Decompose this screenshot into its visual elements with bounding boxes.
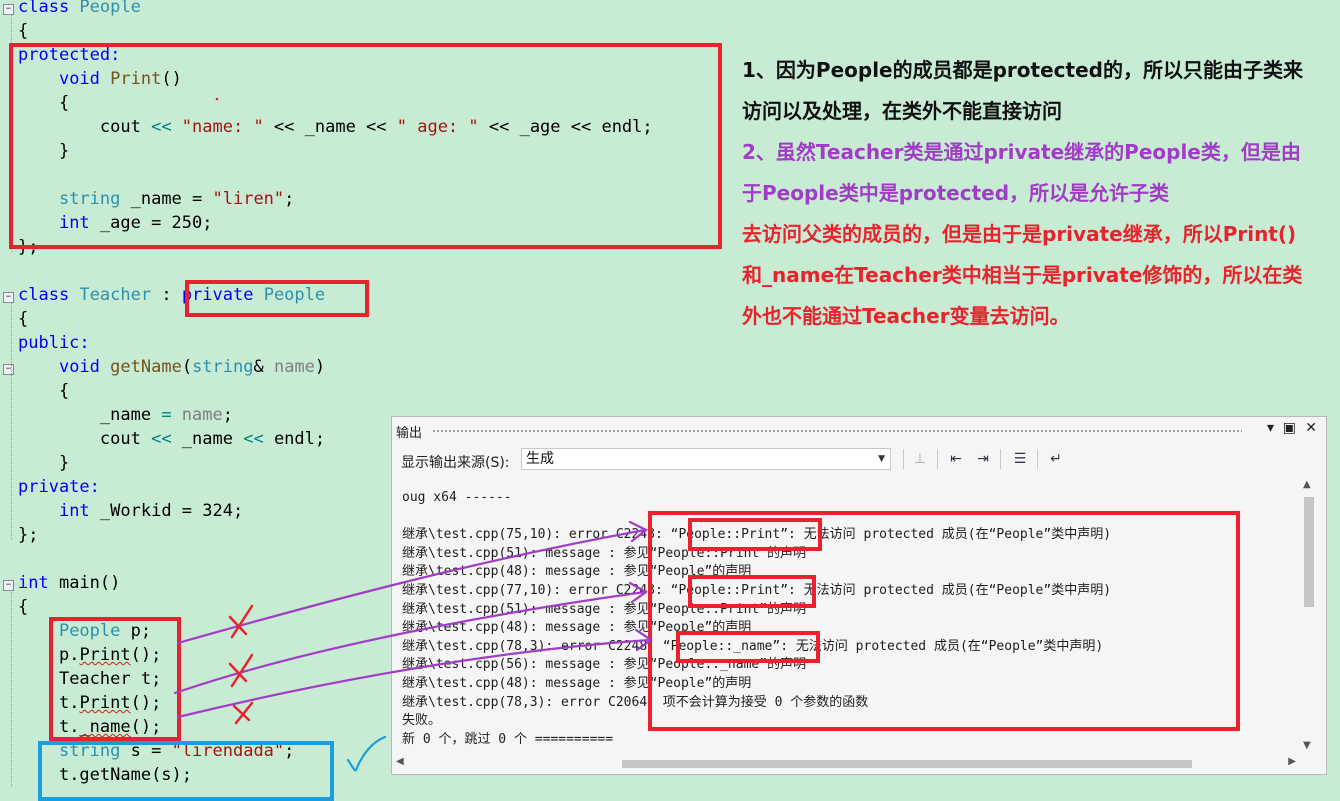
indent-guide [11, 302, 12, 540]
scroll-right-icon[interactable]: ▶ [1288, 756, 1296, 767]
maximize-icon[interactable]: ▣ [1283, 420, 1296, 436]
error-symbol-highlight [688, 518, 822, 551]
protected-section-highlight [9, 43, 722, 249]
find-message-icon[interactable]: ⊥ [909, 448, 931, 470]
scroll-down-icon[interactable]: ▼ [1303, 740, 1311, 751]
code-line: class People [18, 0, 141, 17]
output-panel-title: 输出 [396, 426, 423, 441]
code-line: void getName(string& name) [58, 357, 326, 377]
panel-drag-handle[interactable] [432, 429, 1242, 433]
code-line: int _Workid = 324; [58, 501, 244, 521]
code-line: private: [18, 477, 100, 497]
fold-toggle-icon[interactable]: − [3, 292, 14, 303]
valid-access-highlight [38, 741, 334, 801]
output-source-value: 生成 [526, 451, 554, 467]
error-symbol-highlight [688, 575, 816, 608]
toolbar-divider [1037, 449, 1038, 469]
vertical-scrollbar[interactable]: ▲ ▼ [1300, 479, 1316, 751]
output-source-select[interactable]: 生成 ▼ [521, 448, 891, 470]
window-position-dropdown-icon[interactable]: ▾ [1267, 420, 1274, 436]
code-line: }; [18, 525, 39, 545]
note-point-2: 2、虽然Teacher类是通过private继承的People类，但是由于Peo… [742, 140, 1301, 205]
code-line: _name = name; [99, 405, 233, 425]
scroll-up-icon[interactable]: ▲ [1303, 479, 1311, 490]
invalid-access-highlight [49, 617, 181, 741]
explanation-note: 1、因为People的成员都是protected的，所以只能由子类来访问以及处理… [742, 50, 1312, 337]
code-line: int main() [18, 573, 121, 593]
output-line: 新 0 个，跳过 0 个 ========== [402, 731, 614, 747]
code-line: { [18, 309, 29, 329]
toolbar-divider [1000, 449, 1001, 469]
next-message-icon[interactable]: ⇥ [972, 448, 994, 470]
note-point-3: 去访问父类的成员的，但是由于是private继承，所以Print()和_name… [742, 222, 1303, 328]
code-line: { [18, 21, 29, 41]
private-inheritance-highlight [185, 280, 369, 317]
scroll-left-icon[interactable]: ◀ [396, 756, 404, 767]
code-line: } [58, 453, 70, 473]
horizontal-scrollbar[interactable]: ◀ ▶ [396, 756, 1296, 770]
toolbar-divider [903, 449, 904, 469]
output-source-label: 显示输出来源(S): [401, 455, 510, 471]
close-icon[interactable]: ✕ [1305, 420, 1317, 436]
note-point-1: 1、因为People的成员都是protected的，所以只能由子类来访问以及处理… [742, 58, 1303, 123]
code-line: public: [18, 333, 90, 353]
code-line: { [58, 381, 70, 401]
indent-guide [11, 590, 12, 787]
chevron-down-icon: ▼ [878, 454, 885, 464]
scroll-thumb[interactable] [1304, 497, 1314, 607]
error-symbol-highlight [676, 631, 820, 663]
fold-toggle-icon[interactable]: − [3, 364, 14, 375]
previous-message-icon[interactable]: ⇤ [945, 448, 967, 470]
fold-toggle-icon[interactable]: − [3, 580, 14, 591]
scroll-thumb[interactable] [622, 760, 1192, 768]
output-line: oug x64 ------ [402, 490, 512, 505]
clear-all-icon[interactable]: ☰ [1009, 448, 1031, 470]
code-line: cout << _name << endl; [99, 429, 326, 449]
fold-toggle-icon[interactable]: − [3, 4, 14, 15]
output-panel: 输出 ▾ ▣ ✕ 显示输出来源(S): 生成 ▼ ⊥ ⇤ ⇥ ☰ ↵ oug x… [391, 416, 1327, 775]
code-line: { [18, 597, 29, 617]
toolbar-divider [937, 449, 938, 469]
word-wrap-icon[interactable]: ↵ [1045, 448, 1067, 470]
